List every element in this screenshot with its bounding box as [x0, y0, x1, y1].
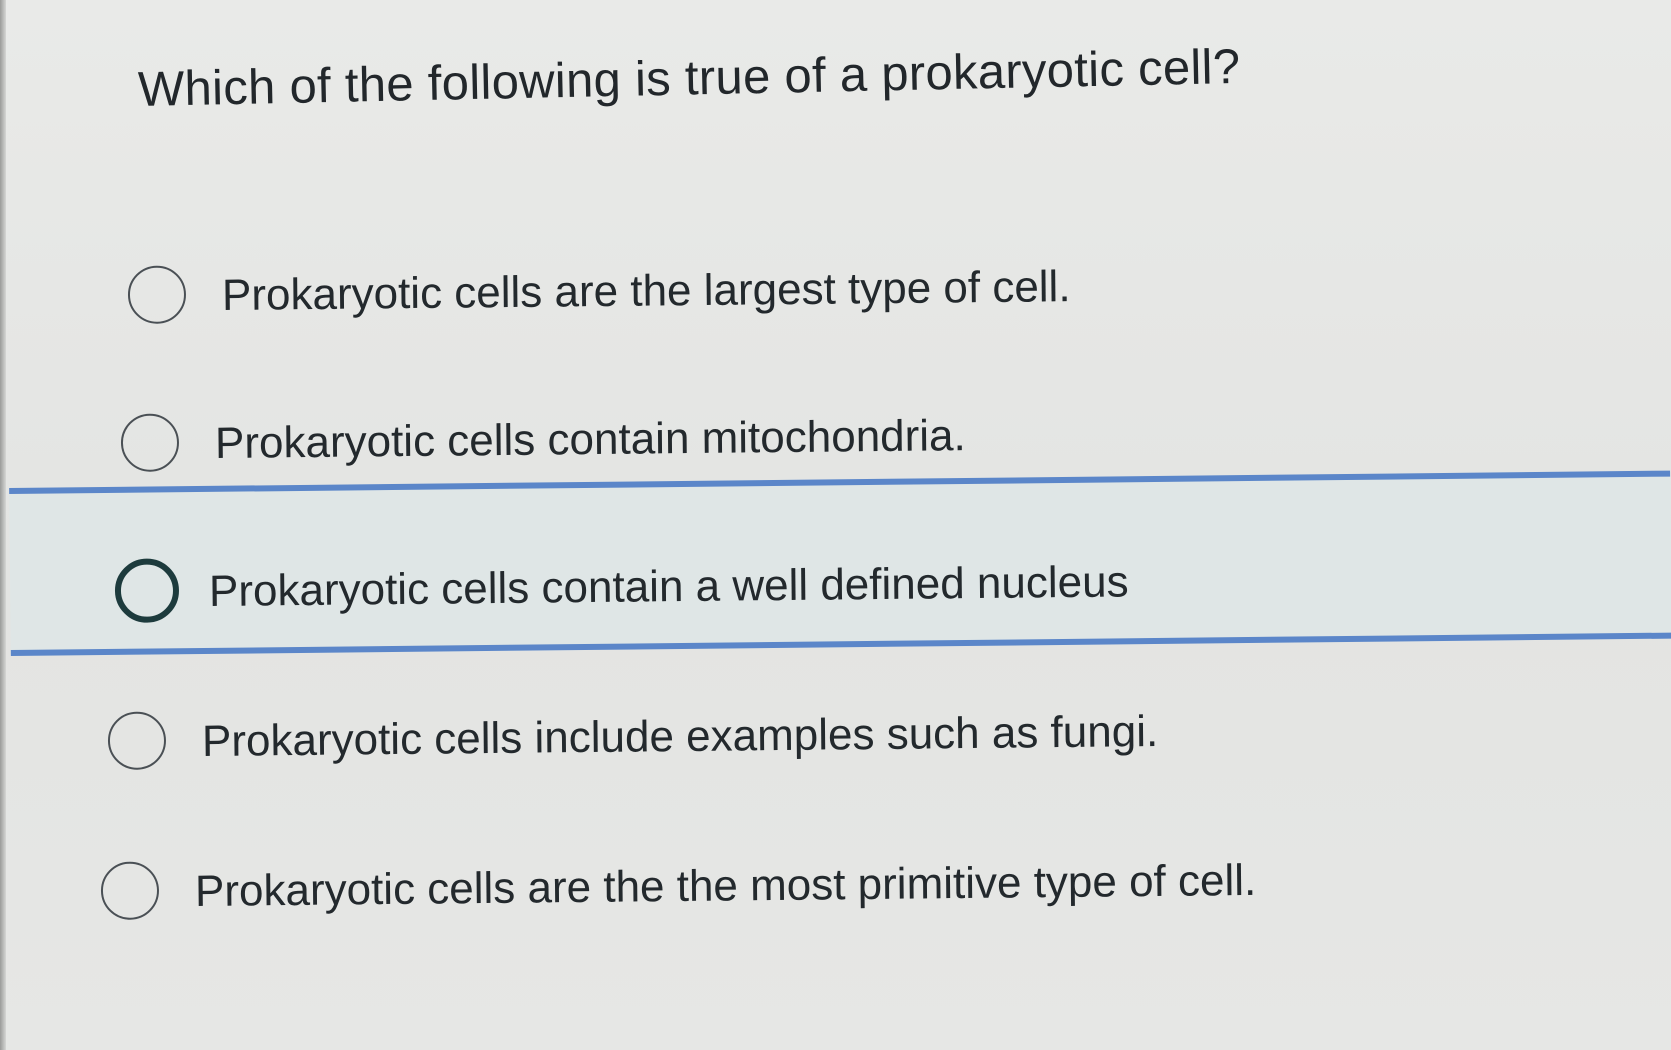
answer-option-label: Prokaryotic cells include examples such …	[201, 707, 1159, 767]
answer-option-label: Prokaryotic cells are the the most primi…	[194, 855, 1257, 917]
question-text: Which of the following is true of a prok…	[137, 39, 1241, 117]
answer-option-3[interactable]: Prokaryotic cells contain a well defined…	[114, 521, 1671, 648]
radio-button-icon[interactable]	[114, 558, 180, 623]
answer-option-label: Prokaryotic cells contain a well defined…	[208, 557, 1129, 617]
radio-button-icon[interactable]	[107, 711, 167, 770]
answer-option-1[interactable]: Prokaryotic cells are the largest type o…	[127, 225, 1671, 352]
screen-edge	[0, 0, 6, 1050]
radio-button-icon[interactable]	[127, 265, 187, 324]
answer-option-label: Prokaryotic cells contain mitochondria.	[214, 411, 966, 469]
quiz-screen: Which of the following is true of a prok…	[0, 0, 1671, 1050]
radio-button-icon[interactable]	[120, 413, 180, 472]
answer-option-5[interactable]: Prokaryotic cells are the the most primi…	[100, 821, 1671, 948]
answer-option-2[interactable]: Prokaryotic cells contain mitochondria.	[120, 373, 1671, 500]
radio-button-icon[interactable]	[100, 861, 160, 920]
answer-option-4[interactable]: Prokaryotic cells include examples such …	[107, 671, 1671, 798]
answer-option-label: Prokaryotic cells are the largest type o…	[221, 262, 1071, 321]
